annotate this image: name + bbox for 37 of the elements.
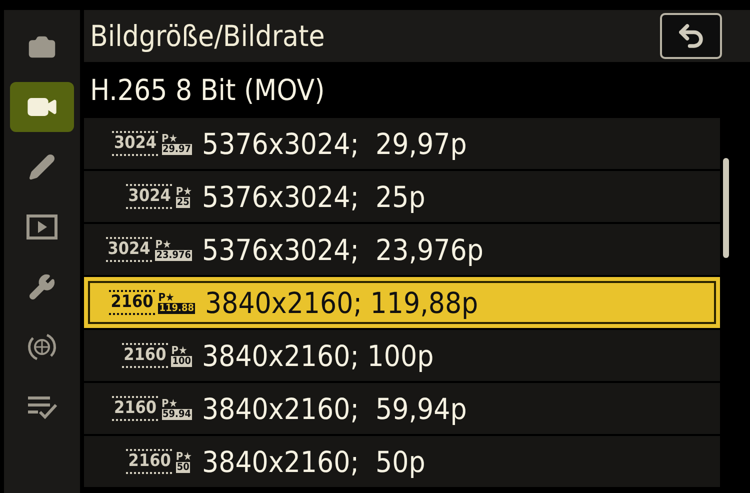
option-label: 3840x2160; 50p [202,444,426,478]
format-heading: H.265 8 Bit (MOV) [90,73,325,107]
frame-rate-label: 119.88 [158,302,195,314]
frame-size-label: 2160 [126,449,173,474]
frame-size-label: 3024 [106,237,152,262]
frame-size-label: 2160 [112,396,159,421]
menu-title: Bildgröße/Bildrate [90,19,325,53]
frame-rate-label: 59.94 [162,408,192,420]
frame-rate-label: 29.97 [162,144,192,154]
pencil-icon [28,153,56,181]
option-label: 5376x3024; 25p [202,180,426,214]
back-button[interactable] [660,13,722,59]
menu-tab[interactable] [10,82,74,132]
option-label: 3840x2160; 100p [202,338,434,372]
wrench-icon [28,273,56,301]
frame-size-label: 2160 [122,343,168,368]
quality-label: P★ [155,238,172,250]
frame-rate-label: 25 [176,196,190,208]
quality-label: P★ [176,450,192,462]
quality-label: P★ [158,292,174,302]
quality-label: P★ [162,132,178,144]
frame-size-label: 3024 [126,184,173,209]
frame-size-label: 3024 [112,131,159,156]
quality-label: P★ [176,186,192,196]
frame-rate-label: 50 [176,462,190,472]
option-label: 5376x3024; 29,97p [202,126,467,160]
option-label: 3840x2160; 59,94p [202,392,467,426]
quality-label: P★ [171,344,188,356]
frame-size-label: 2160 [108,290,156,315]
option-label: 5376x3024; 23,976p [202,232,484,266]
checklist-icon [26,394,58,420]
back-icon [676,21,706,51]
frame-rate-label: 100 [171,356,192,366]
quality-label: P★ [162,398,178,408]
frame-rate-label: 23.976 [155,250,192,260]
playback-icon [26,214,58,240]
option-label: 3840x2160; 119,88p [205,286,478,320]
